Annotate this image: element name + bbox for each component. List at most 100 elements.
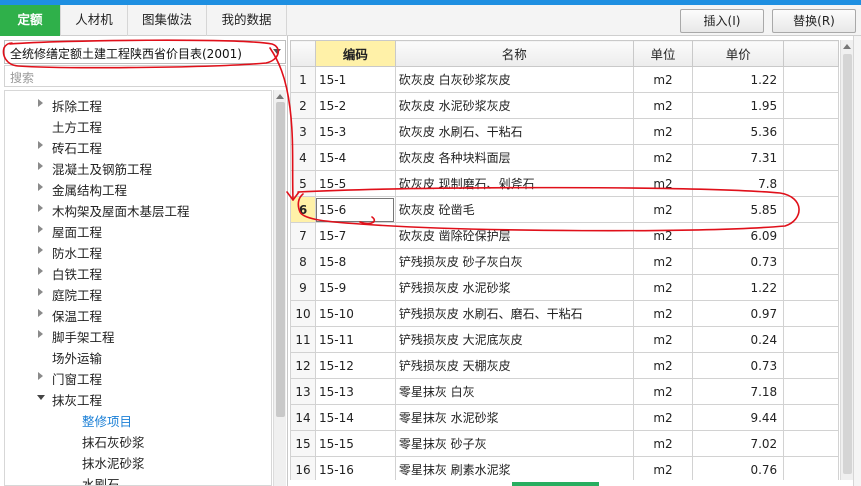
code-cell[interactable]: 15-14 bbox=[314, 404, 396, 431]
price-cell[interactable]: 7.02 bbox=[692, 430, 785, 457]
name-cell[interactable]: 零星抹灰 砂子灰 bbox=[394, 430, 634, 457]
tree-item[interactable]: 金属结构工程 bbox=[5, 178, 271, 199]
table-row[interactable]: 8 15-8 铲残损灰皮 砂子灰白灰 m2 0.73 bbox=[290, 248, 839, 275]
row-number-cell[interactable]: 3 bbox=[290, 118, 316, 145]
collapse-arrow-icon[interactable] bbox=[38, 99, 43, 107]
unit-cell[interactable]: m2 bbox=[632, 326, 694, 353]
code-cell[interactable]: 15-10 bbox=[314, 300, 396, 327]
price-cell[interactable]: 9.44 bbox=[692, 404, 785, 431]
name-cell[interactable]: 砍灰皮 砼凿毛 bbox=[394, 196, 634, 223]
row-number-cell[interactable]: 15 bbox=[290, 430, 316, 457]
unit-cell[interactable]: m2 bbox=[632, 430, 694, 457]
collapse-arrow-icon[interactable] bbox=[38, 288, 43, 296]
table-row[interactable]: 13 15-13 零星抹灰 白灰 m2 7.18 bbox=[290, 378, 839, 405]
name-cell[interactable]: 铲残损灰皮 天棚灰皮 bbox=[394, 352, 634, 379]
collapse-arrow-icon[interactable] bbox=[38, 246, 43, 254]
unit-cell[interactable]: m2 bbox=[632, 66, 694, 93]
code-cell[interactable]: 15-8 bbox=[314, 248, 396, 275]
price-cell[interactable]: 0.73 bbox=[692, 248, 785, 275]
price-cell[interactable]: 1.22 bbox=[692, 274, 785, 301]
code-cell[interactable]: 15-15 bbox=[314, 430, 396, 457]
name-cell[interactable]: 砍灰皮 现制磨石、剁斧石 bbox=[394, 170, 634, 197]
code-cell[interactable]: 15-16 bbox=[314, 456, 396, 480]
table-row[interactable]: 9 15-9 铲残损灰皮 水泥砂浆 m2 1.22 bbox=[290, 274, 839, 301]
table-row[interactable]: 1 15-1 砍灰皮 白灰砂浆灰皮 m2 1.22 bbox=[290, 66, 839, 93]
name-cell[interactable]: 铲残损灰皮 砂子灰白灰 bbox=[394, 248, 634, 275]
tree-item[interactable]: 防水工程 bbox=[5, 241, 271, 262]
scroll-up-icon[interactable] bbox=[276, 94, 284, 99]
code-cell[interactable]: 15-3 bbox=[314, 118, 396, 145]
name-cell[interactable]: 砍灰皮 各种块料面层 bbox=[394, 144, 634, 171]
unit-column-header[interactable]: 单位 bbox=[632, 40, 694, 67]
tree-item[interactable]: 抹石灰砂浆 bbox=[5, 430, 271, 451]
unit-cell[interactable]: m2 bbox=[632, 404, 694, 431]
tree-item[interactable]: 保温工程 bbox=[5, 304, 271, 325]
row-number-cell[interactable]: 12 bbox=[290, 352, 316, 379]
table-row[interactable]: 11 15-11 铲残损灰皮 大泥底灰皮 m2 0.24 bbox=[290, 326, 839, 353]
quota-book-select[interactable]: 全统修缮定额土建工程陕西省价目表(2001) bbox=[4, 40, 286, 64]
unit-cell[interactable]: m2 bbox=[632, 92, 694, 119]
price-column-header[interactable]: 单价 bbox=[692, 40, 785, 67]
name-cell[interactable]: 铲残损灰皮 水刷石、磨石、干粘石 bbox=[394, 300, 634, 327]
unit-cell[interactable]: m2 bbox=[632, 118, 694, 145]
table-row[interactable]: 4 15-4 砍灰皮 各种块料面层 m2 7.31 bbox=[290, 144, 839, 171]
tree-item[interactable]: 抹灰工程 bbox=[5, 388, 271, 409]
insert-button[interactable]: 插入(I) bbox=[680, 9, 764, 33]
tree-item[interactable]: 抹水泥砂浆 bbox=[5, 451, 271, 472]
unit-cell[interactable]: m2 bbox=[632, 196, 694, 223]
name-cell[interactable]: 零星抹灰 刷素水泥浆 bbox=[394, 456, 634, 480]
row-number-cell[interactable]: 4 bbox=[290, 144, 316, 171]
row-number-cell[interactable]: 5 bbox=[290, 170, 316, 197]
code-cell[interactable]: 15-2 bbox=[314, 92, 396, 119]
code-cell[interactable]: 15-13 bbox=[314, 378, 396, 405]
price-cell[interactable]: 6.09 bbox=[692, 222, 785, 249]
row-number-cell[interactable]: 14 bbox=[290, 404, 316, 431]
code-cell[interactable]: 15-11 bbox=[314, 326, 396, 353]
code-cell[interactable]: 15-1 bbox=[314, 66, 396, 93]
chevron-down-icon[interactable] bbox=[273, 49, 281, 54]
unit-cell[interactable]: m2 bbox=[632, 274, 694, 301]
collapse-arrow-icon[interactable] bbox=[38, 141, 43, 149]
price-cell[interactable]: 1.22 bbox=[692, 66, 785, 93]
search-input[interactable]: 搜索 bbox=[4, 65, 286, 87]
name-cell[interactable]: 砍灰皮 白灰砂浆灰皮 bbox=[394, 66, 634, 93]
table-row[interactable]: 6 15-6 砍灰皮 砼凿毛 m2 5.85 bbox=[290, 196, 839, 223]
row-number-cell[interactable]: 9 bbox=[290, 274, 316, 301]
collapse-arrow-icon[interactable] bbox=[38, 309, 43, 317]
price-cell[interactable]: 7.8 bbox=[692, 170, 785, 197]
tree-scroll-thumb[interactable] bbox=[276, 102, 285, 417]
table-row[interactable]: 15 15-15 零星抹灰 砂子灰 m2 7.02 bbox=[290, 430, 839, 457]
unit-cell[interactable]: m2 bbox=[632, 248, 694, 275]
collapse-arrow-icon[interactable] bbox=[38, 162, 43, 170]
price-cell[interactable]: 7.31 bbox=[692, 144, 785, 171]
tree-item[interactable]: 混凝土及钢筋工程 bbox=[5, 157, 271, 178]
tree-item[interactable]: 土方工程 bbox=[5, 115, 271, 136]
name-cell[interactable]: 砍灰皮 水泥砂浆灰皮 bbox=[394, 92, 634, 119]
unit-cell[interactable]: m2 bbox=[632, 300, 694, 327]
unit-cell[interactable]: m2 bbox=[632, 222, 694, 249]
name-cell[interactable]: 砍灰皮 凿除砼保护层 bbox=[394, 222, 634, 249]
row-number-cell[interactable]: 10 bbox=[290, 300, 316, 327]
code-cell[interactable]: 15-5 bbox=[314, 170, 396, 197]
tree-item[interactable]: 庭院工程 bbox=[5, 283, 271, 304]
collapse-arrow-icon[interactable] bbox=[38, 225, 43, 233]
price-cell[interactable]: 7.18 bbox=[692, 378, 785, 405]
unit-cell[interactable]: m2 bbox=[632, 352, 694, 379]
price-cell[interactable]: 5.36 bbox=[692, 118, 785, 145]
tree-item[interactable]: 木构架及屋面木基层工程 bbox=[5, 199, 271, 220]
table-row[interactable]: 10 15-10 铲残损灰皮 水刷石、磨石、干粘石 m2 0.97 bbox=[290, 300, 839, 327]
row-number-cell[interactable]: 11 bbox=[290, 326, 316, 353]
tab-labor-material-machine[interactable]: 人材机 bbox=[61, 5, 128, 36]
row-number-cell[interactable]: 13 bbox=[290, 378, 316, 405]
unit-cell[interactable]: m2 bbox=[632, 170, 694, 197]
unit-cell[interactable]: m2 bbox=[632, 378, 694, 405]
row-number-cell[interactable]: 6 bbox=[290, 196, 316, 223]
price-cell[interactable]: 0.97 bbox=[692, 300, 785, 327]
unit-cell[interactable]: m2 bbox=[632, 144, 694, 171]
tab-my-data[interactable]: 我的数据 bbox=[207, 5, 287, 36]
tree-item[interactable]: 屋面工程 bbox=[5, 220, 271, 241]
table-row[interactable]: 14 15-14 零星抹灰 水泥砂浆 m2 9.44 bbox=[290, 404, 839, 431]
table-row[interactable]: 7 15-7 砍灰皮 凿除砼保护层 m2 6.09 bbox=[290, 222, 839, 249]
price-cell[interactable]: 0.73 bbox=[692, 352, 785, 379]
price-cell[interactable]: 1.95 bbox=[692, 92, 785, 119]
